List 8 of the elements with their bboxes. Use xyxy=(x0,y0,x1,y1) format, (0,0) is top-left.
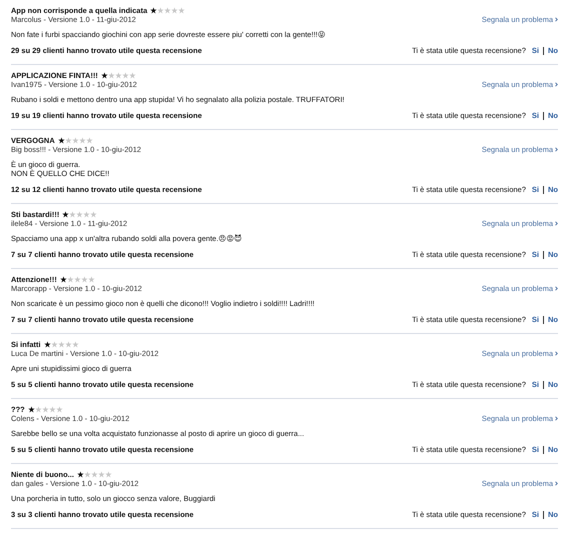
chevron-icon xyxy=(555,147,558,152)
chevron-icon xyxy=(555,221,558,226)
chevron-icon xyxy=(555,17,558,22)
chevron-icon xyxy=(555,286,558,291)
chevron-icon xyxy=(555,481,558,486)
chevron-icon xyxy=(555,351,558,356)
chevron-icon xyxy=(555,416,558,421)
chevron-icon xyxy=(555,82,558,87)
